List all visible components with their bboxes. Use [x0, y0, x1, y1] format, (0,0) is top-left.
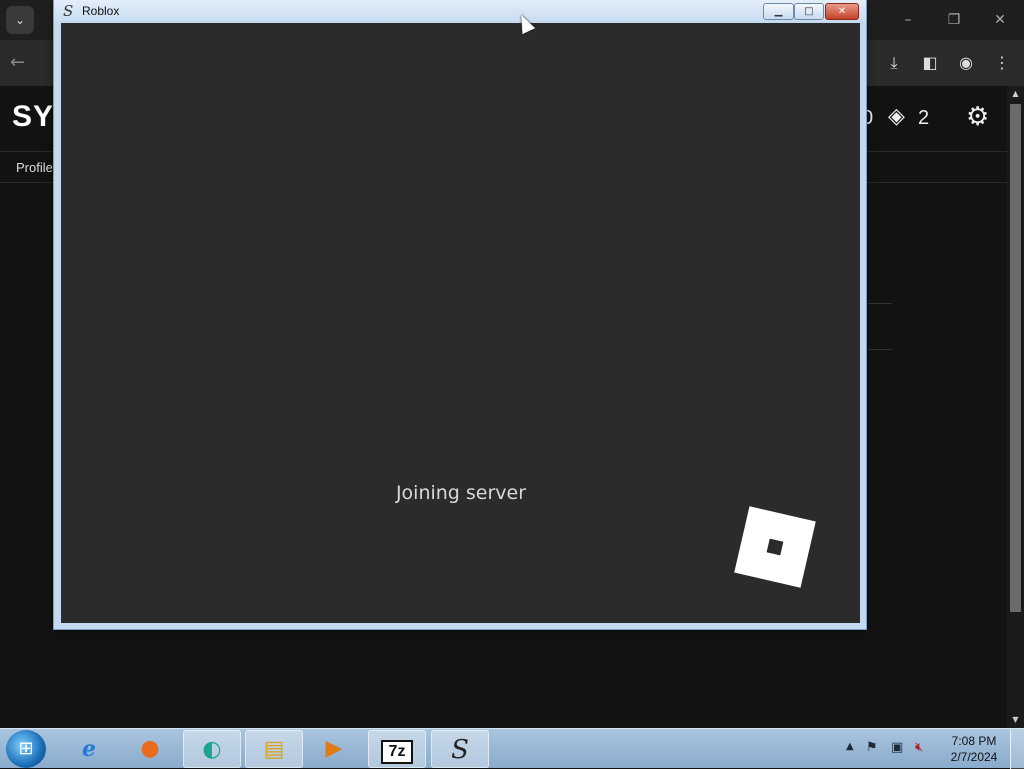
taskbar-internet-explorer-icon[interactable]: e: [60, 730, 118, 768]
show-hidden-icons-icon[interactable]: ▲: [846, 741, 854, 752]
close-button[interactable]: ✕: [825, 3, 859, 20]
roblox-logo-hole: [766, 538, 784, 556]
back-arrow-icon[interactable]: ←: [10, 52, 25, 73]
ticket-icon[interactable]: ◈: [888, 104, 905, 129]
side-panel-icon[interactable]: ◧: [919, 52, 941, 74]
action-center-flag-icon[interactable]: ⚑: [866, 740, 878, 755]
scroll-down-arrow-icon[interactable]: ▼: [1007, 712, 1024, 728]
taskbar-firefox-icon[interactable]: ●: [121, 730, 179, 768]
roblox-logo-icon: [734, 506, 816, 588]
gear-icon[interactable]: ⚙: [966, 102, 989, 132]
browser-restore-button[interactable]: ❐: [934, 8, 974, 32]
volume-muted-icon[interactable]: 🔇︎: [915, 740, 923, 755]
roblox-window: S Roblox ▁ □ ✕ Joining server: [53, 0, 867, 630]
clock-time[interactable]: 7:08 PM: [944, 734, 1004, 748]
minimize-button[interactable]: ▁: [763, 3, 794, 20]
nav-item-profile[interactable]: Profile: [16, 160, 53, 175]
scroll-thumb[interactable]: [1010, 104, 1021, 612]
divider: [868, 303, 892, 304]
kebab-menu-icon[interactable]: ⋮: [991, 52, 1013, 74]
tab-search-button[interactable]: ⌄: [6, 6, 34, 34]
browser-scrollbar[interactable]: ▲ ▼: [1007, 86, 1024, 728]
window-title: Roblox: [82, 4, 120, 18]
download-icon[interactable]: ⤓: [883, 52, 905, 74]
scroll-up-arrow-icon[interactable]: ▲: [1007, 86, 1024, 102]
maximize-button[interactable]: □: [794, 3, 824, 20]
taskbar-roblox-icon[interactable]: S: [431, 730, 489, 768]
show-desktop-button[interactable]: [1010, 729, 1024, 769]
title-bar[interactable]: S Roblox ▁ □ ✕: [54, 0, 866, 22]
ticket-count[interactable]: 2: [918, 107, 929, 130]
taskbar-edge-icon[interactable]: ◐: [183, 730, 241, 768]
profile-avatar-icon[interactable]: ◉: [955, 52, 977, 74]
taskbar-7zip-icon[interactable]: 7z: [368, 730, 426, 768]
clock-date[interactable]: 2/7/2024: [944, 750, 1004, 764]
loading-status: Joining server: [395, 482, 527, 504]
taskbar-file-explorer-icon[interactable]: ▤: [245, 730, 303, 768]
browser-close-button[interactable]: ✕: [980, 8, 1020, 32]
browser-minimize-button[interactable]: –: [888, 8, 928, 32]
taskbar: ⊞ e ● ◐ ▤ ▶ 7z S ▲ ⚑ ▣ 🔇︎ 7:08 PM 2/7/20…: [0, 728, 1024, 769]
divider: [868, 349, 892, 350]
start-button[interactable]: ⊞: [6, 730, 46, 768]
taskbar-media-player-icon[interactable]: ▶: [305, 730, 363, 768]
site-logo[interactable]: SY: [12, 100, 54, 134]
roblox-s-icon: S: [63, 2, 74, 20]
game-viewport[interactable]: Joining server: [61, 23, 860, 623]
network-icon[interactable]: ▣: [891, 740, 903, 755]
